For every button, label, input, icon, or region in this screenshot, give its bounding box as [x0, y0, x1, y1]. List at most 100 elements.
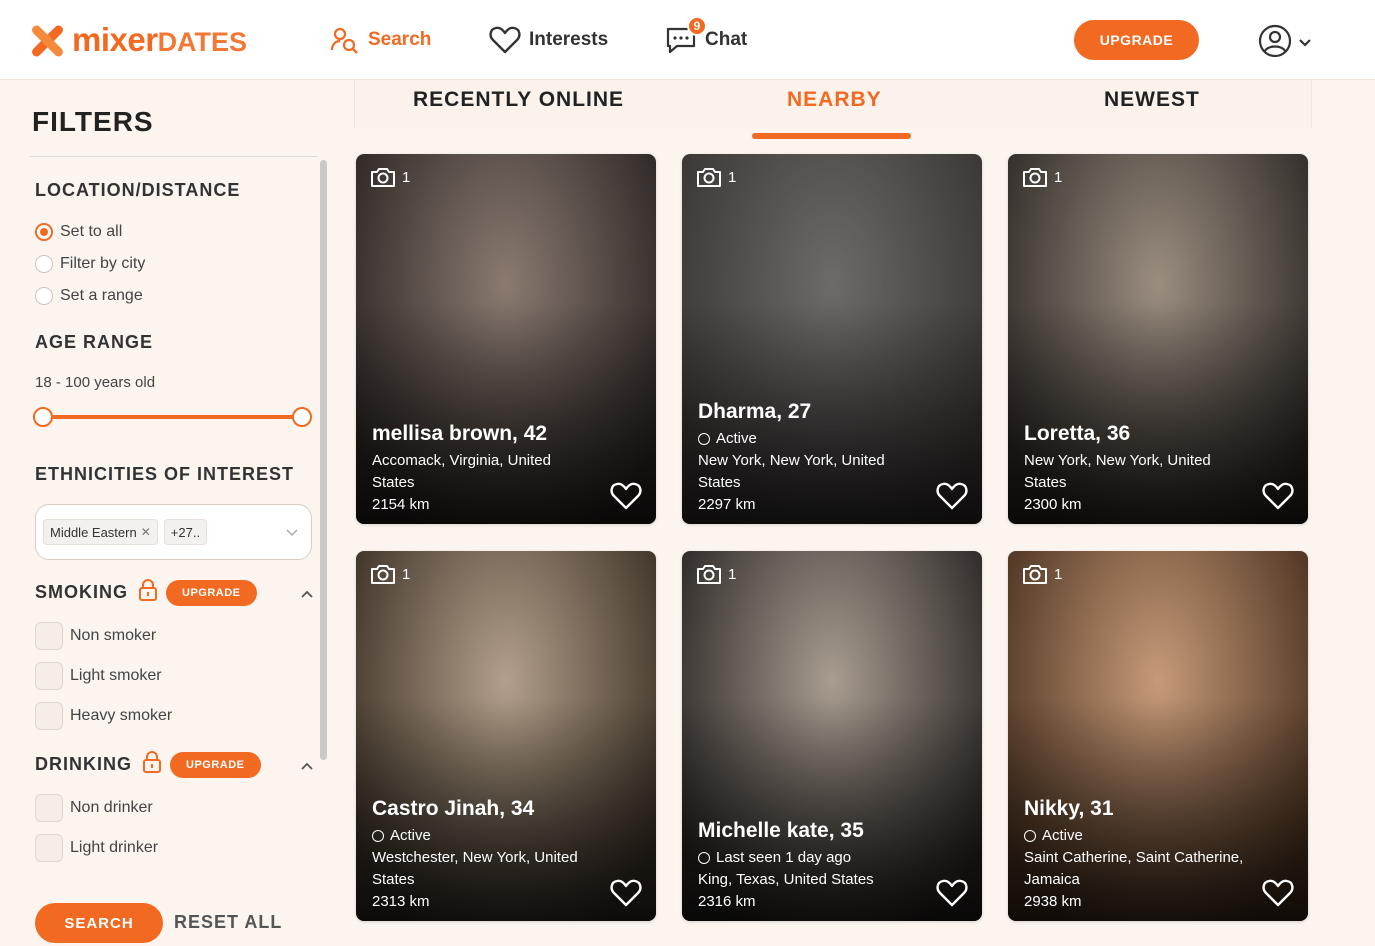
- profile-card[interactable]: 1 Dharma, 27 Active New York, New York, …: [682, 154, 982, 524]
- drinking-upgrade-badge[interactable]: UPGRADE: [170, 751, 261, 778]
- age-slider-max-handle[interactable]: [292, 407, 312, 427]
- checkbox-label: Light smoker: [70, 667, 162, 684]
- logo-icon: [30, 23, 65, 59]
- heart-icon: [489, 24, 521, 56]
- profile-card[interactable]: 1 Castro Jinah, 34 Active Westchester, N…: [356, 551, 656, 921]
- checkbox-non-smoker[interactable]: Non smoker: [35, 622, 156, 650]
- chevron-up-icon[interactable]: [300, 758, 314, 776]
- logo[interactable]: mixerDATES: [30, 22, 247, 60]
- remove-tag-icon[interactable]: ✕: [141, 525, 151, 539]
- profile-location: Accomack, Virginia, United States: [372, 452, 551, 491]
- user-avatar-icon: [1258, 24, 1292, 63]
- smoking-header: SMOKING UPGRADE: [35, 578, 257, 607]
- profile-card[interactable]: 1 Michelle kate, 35 Last seen 1 day ago …: [682, 551, 982, 921]
- checkbox: [35, 794, 63, 822]
- checkbox-heavy-smoker[interactable]: Heavy smoker: [35, 702, 172, 730]
- upgrade-button[interactable]: UPGRADE: [1074, 20, 1199, 60]
- results-tabs: RECENTLY ONLINE NEARBY NEWEST: [354, 80, 1312, 128]
- profile-card[interactable]: 1 Loretta, 36 New York, New York, United…: [1008, 154, 1308, 524]
- status-dot-icon: [698, 433, 710, 445]
- radio-filter-by-city[interactable]: Filter by city: [35, 255, 145, 273]
- like-heart-icon[interactable]: [610, 481, 642, 516]
- profile-status-text: Last seen 1 day ago: [716, 849, 852, 866]
- profile-distance: 2313 km: [372, 893, 430, 910]
- nav-chat-label: Chat: [705, 29, 748, 50]
- radio-set-a-range[interactable]: Set a range: [35, 287, 143, 305]
- profile-distance: 2154 km: [372, 496, 430, 513]
- filters-sidebar: FILTERS LOCATION/DISTANCE Set to all Fil…: [0, 80, 330, 946]
- checkbox-light-smoker[interactable]: Light smoker: [35, 662, 162, 690]
- profile-card[interactable]: 1 Nikky, 31 Active Saint Catherine, Sain…: [1008, 551, 1308, 921]
- more-tags-count: +27..: [163, 519, 208, 545]
- status-dot-icon: [372, 830, 384, 842]
- profile-location: New York, New York, United States: [698, 452, 885, 491]
- checkbox-label: Non smoker: [70, 627, 157, 644]
- tab-recently-online[interactable]: RECENTLY ONLINE: [413, 88, 624, 112]
- ethnicities-title: ETHNICITIES OF INTEREST: [35, 464, 295, 484]
- profile-name: Nikky, 31: [1024, 797, 1114, 820]
- account-menu[interactable]: [1258, 24, 1312, 63]
- profile-status-text: Active: [390, 827, 431, 844]
- profile-location: King, Texas, United States: [698, 871, 874, 888]
- camera-icon: [697, 565, 721, 584]
- profile-card[interactable]: 1 mellisa brown, 42 Accomack, Virginia, …: [356, 154, 656, 524]
- radio-label: Filter by city: [60, 255, 146, 272]
- tab-newest[interactable]: NEWEST: [1104, 88, 1200, 112]
- checkbox-light-drinker[interactable]: Light drinker: [35, 834, 158, 862]
- logo-sub-text: DATES: [157, 27, 248, 57]
- age-slider-min-handle[interactable]: [33, 407, 53, 427]
- smoking-upgrade-badge[interactable]: UPGRADE: [166, 579, 257, 606]
- chevron-down-icon: [1298, 35, 1312, 53]
- profile-status: Active: [1024, 825, 1248, 847]
- scrollbar-thumb[interactable]: [320, 160, 327, 760]
- age-range-text: 18 - 100 years old: [35, 374, 156, 391]
- profile-info: Dharma, 27 Active New York, New York, Un…: [698, 400, 922, 516]
- profile-name: Michelle kate, 35: [698, 819, 864, 842]
- profile-info: Nikky, 31 Active Saint Catherine, Saint …: [1024, 797, 1248, 913]
- profile-info: Castro Jinah, 34 Active Westchester, New…: [372, 797, 596, 913]
- like-heart-icon[interactable]: [1262, 481, 1294, 516]
- nav-interests[interactable]: Interests: [489, 22, 608, 58]
- profile-distance: 2297 km: [698, 496, 756, 513]
- nav-search-label: Search: [368, 29, 432, 50]
- photo-count-value: 1: [728, 565, 737, 583]
- profile-status-text: Active: [716, 430, 757, 447]
- ethnicity-tag: Middle Eastern ✕: [43, 519, 158, 545]
- camera-icon: [371, 168, 395, 187]
- photo-count: 1: [696, 166, 736, 188]
- top-header: mixerDATES Search Interests 9 Chat UPGRA…: [0, 0, 1375, 80]
- checkbox-label: Heavy smoker: [70, 707, 173, 724]
- photo-count: 1: [1022, 563, 1062, 585]
- tab-nearby[interactable]: NEARBY: [787, 88, 882, 112]
- like-heart-icon[interactable]: [936, 481, 968, 516]
- like-heart-icon[interactable]: [610, 878, 642, 913]
- like-heart-icon[interactable]: [1262, 878, 1294, 913]
- drinking-header: DRINKING UPGRADE: [35, 750, 261, 779]
- ethnicities-select[interactable]: Middle Eastern ✕ +27..: [35, 504, 312, 560]
- checkbox-label: Non drinker: [70, 799, 153, 816]
- profile-info: Loretta, 36 New York, New York, United S…: [1024, 422, 1248, 516]
- radio-set-to-all[interactable]: Set to all: [35, 223, 122, 241]
- checkbox-non-drinker[interactable]: Non drinker: [35, 794, 153, 822]
- profile-name: Loretta, 36: [1024, 422, 1131, 445]
- profile-location: Saint Catherine, Saint Catherine, Jamaic…: [1024, 849, 1244, 888]
- profile-status: Active: [372, 825, 596, 847]
- chevron-up-icon[interactable]: [300, 586, 314, 604]
- search-button[interactable]: SEARCH: [35, 903, 163, 943]
- photo-count-value: 1: [728, 168, 737, 186]
- nav-chat[interactable]: 9 Chat: [665, 16, 748, 58]
- radio-label: Set to all: [60, 223, 123, 240]
- divider: [30, 156, 318, 157]
- profile-status-text: Active: [1042, 827, 1083, 844]
- nav-search[interactable]: Search: [328, 22, 431, 58]
- profile-location: Westchester, New York, United States: [372, 849, 578, 888]
- profile-distance: 2938 km: [1024, 893, 1082, 910]
- age-slider-track[interactable]: [43, 415, 303, 419]
- location-title: LOCATION/DISTANCE: [35, 180, 241, 200]
- like-heart-icon[interactable]: [936, 878, 968, 913]
- profile-name: Dharma, 27: [698, 400, 812, 423]
- reset-all-button[interactable]: RESET ALL: [174, 912, 282, 933]
- status-dot-icon: [1024, 830, 1036, 842]
- profile-location: New York, New York, United States: [1024, 452, 1211, 491]
- sidebar-scrollbar[interactable]: [318, 160, 330, 946]
